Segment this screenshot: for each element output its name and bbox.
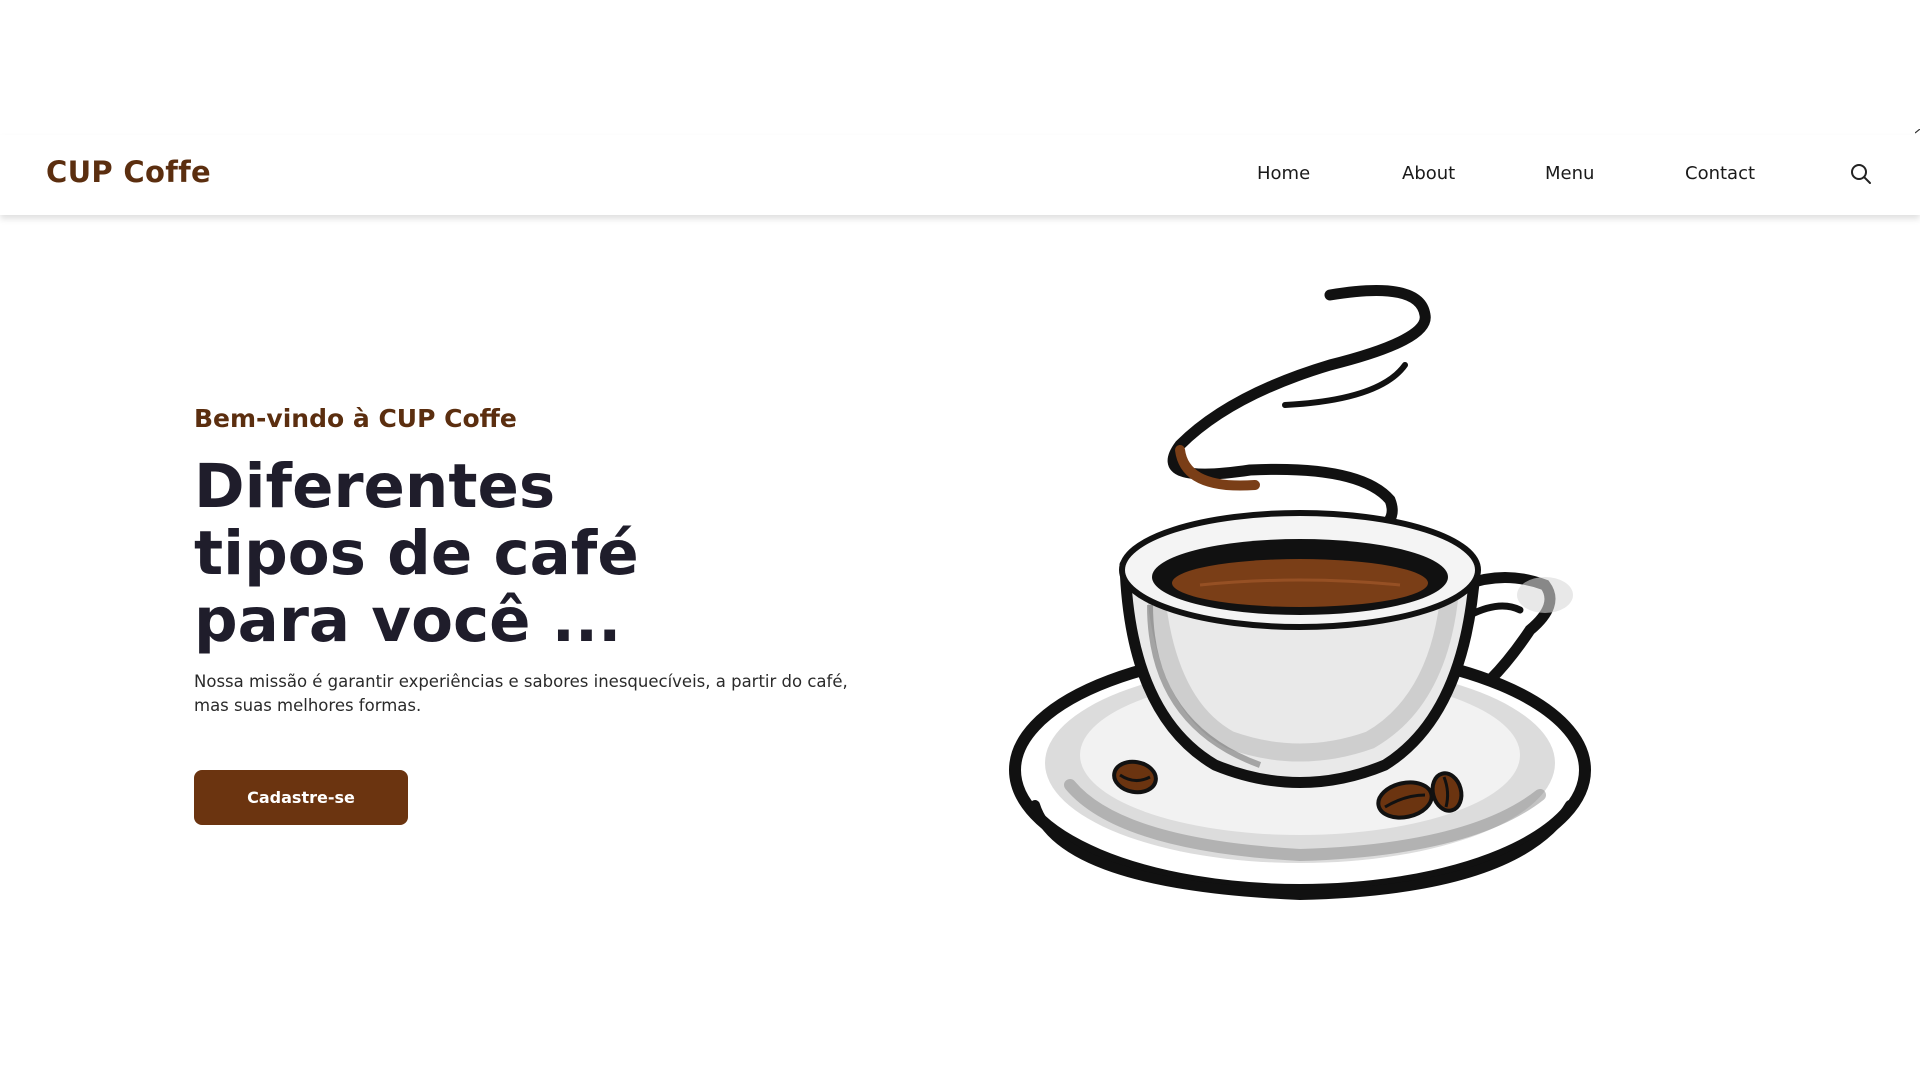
- search-icon[interactable]: [1849, 162, 1873, 186]
- logo[interactable]: CUP Coffe: [46, 155, 211, 189]
- hero-title-line-1: Diferentes: [194, 451, 556, 522]
- nav-contact[interactable]: Contact: [1685, 163, 1755, 184]
- nav-menu[interactable]: Menu: [1545, 163, 1594, 184]
- nav-home[interactable]: Home: [1257, 163, 1310, 184]
- hero-title: Diferentes tipos de café para você ...: [194, 453, 639, 654]
- corner-mark-icon: [1915, 129, 1920, 134]
- welcome-subtitle: Bem-vindo à CUP Coffe: [194, 404, 517, 433]
- coffee-cup-illustration: [1009, 285, 1591, 901]
- signup-button[interactable]: Cadastre-se: [194, 770, 408, 825]
- hero-title-line-2: tipos de café: [194, 518, 639, 589]
- top-navbar: CUP Coffe Home About Menu Contact: [0, 135, 1920, 215]
- nav-about[interactable]: About: [1402, 163, 1455, 184]
- hero-description: Nossa missão é garantir experiências e s…: [194, 672, 848, 715]
- page: CUP Coffe Home About Menu Contact Bem-vi…: [0, 0, 1920, 1078]
- hero-title-line-3: para você ...: [194, 585, 622, 656]
